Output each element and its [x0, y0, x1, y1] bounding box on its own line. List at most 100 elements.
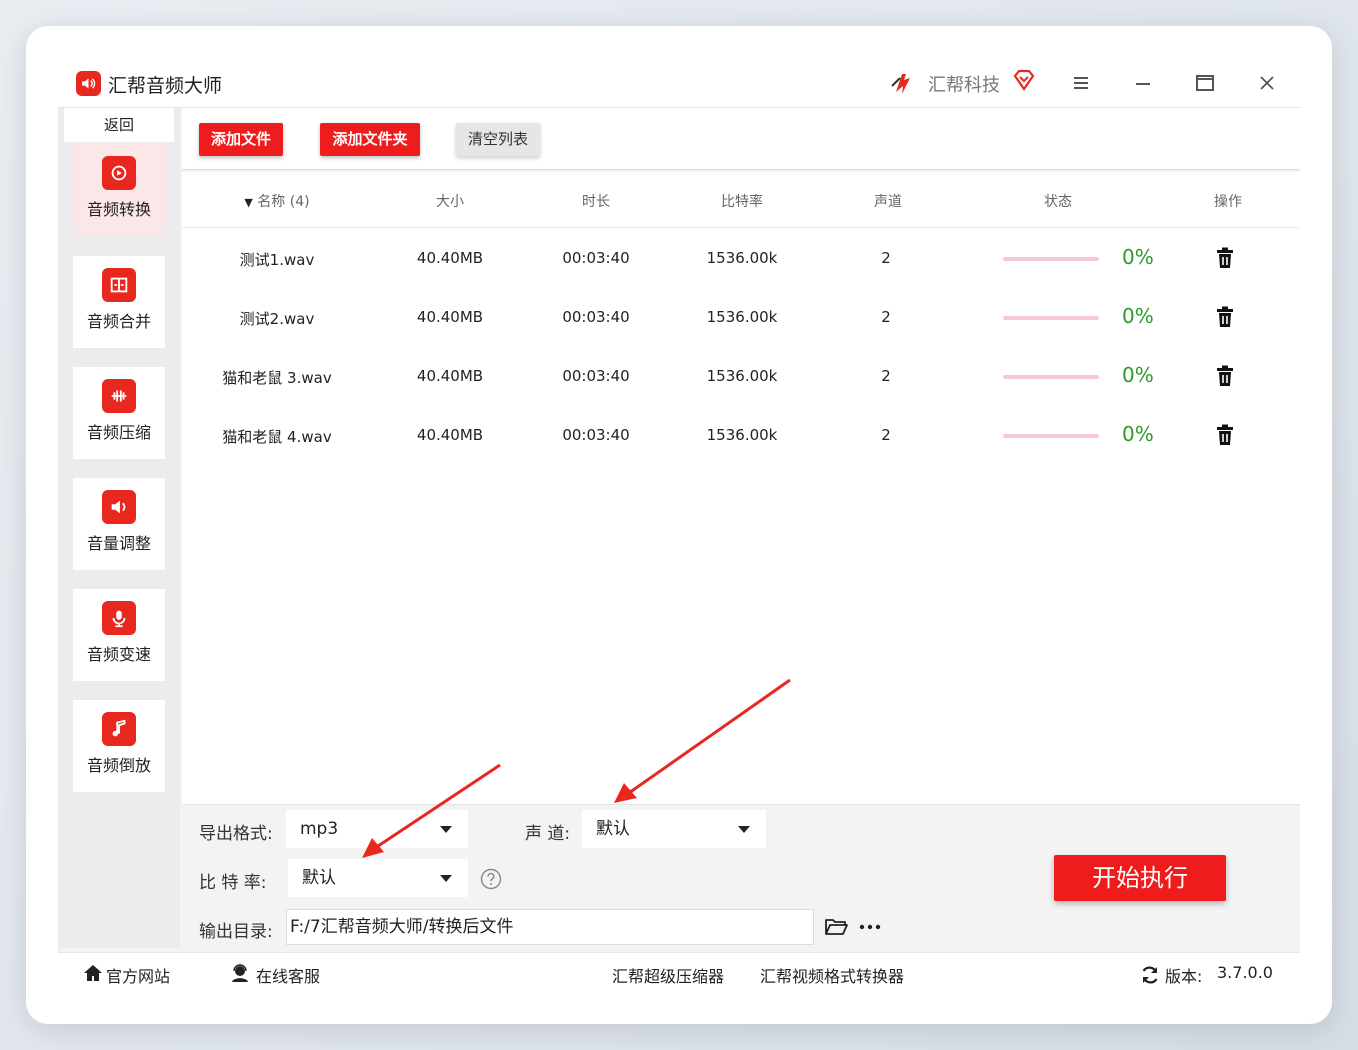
- close-icon[interactable]: [1256, 72, 1278, 94]
- bitrate-label: 比 特 率:: [199, 873, 267, 893]
- status-percent: 0%: [1122, 363, 1154, 387]
- video-converter-link[interactable]: 汇帮视频格式转换器: [760, 963, 904, 987]
- sidebar: 返回 音频转换 音频合并 音频压缩 音量调整 音频变速 音频倒放: [58, 108, 180, 948]
- header-name[interactable]: ▼ 名称 (4): [222, 191, 332, 211]
- table-row[interactable]: 测试2.wav 40.40MB 00:03:40 1536.00k 2 0%: [182, 288, 1300, 347]
- cell-channels: 2: [881, 308, 891, 326]
- super-compressor-link[interactable]: 汇帮超级压缩器: [612, 963, 724, 987]
- output-path-input[interactable]: F:/7汇帮音频大师/转换后文件: [286, 909, 814, 945]
- status-percent: 0%: [1122, 304, 1154, 328]
- more-icon[interactable]: [858, 916, 882, 938]
- header-channels: 声道: [874, 194, 902, 210]
- progress-bar: [1003, 257, 1099, 261]
- cell-channels: 2: [881, 367, 891, 385]
- toolbar: 添加文件 添加文件夹 清空列表: [182, 108, 1300, 170]
- title-bar: 汇帮音频大师 汇帮科技: [58, 58, 1300, 108]
- trash-icon[interactable]: [1213, 305, 1237, 329]
- version-value: 3.7.0.0: [1217, 963, 1273, 982]
- help-icon[interactable]: [480, 868, 502, 890]
- cell-name: 猫和老鼠 4.wav: [222, 428, 332, 446]
- cell-size: 40.40MB: [416, 367, 484, 385]
- progress-bar: [1003, 434, 1099, 438]
- chevron-down-icon: [738, 826, 750, 833]
- sidebar-item-audio-merge[interactable]: 音频合并: [73, 256, 165, 348]
- cell-duration: 00:03:40: [562, 426, 630, 444]
- sidebar-item-speed[interactable]: 音频变速: [73, 589, 165, 681]
- sidebar-item-label: 音频转换: [86, 200, 151, 219]
- trash-icon[interactable]: [1213, 246, 1237, 270]
- sidebar-item-label: 音量调整: [86, 534, 151, 553]
- sidebar-item-audio-compress[interactable]: 音频压缩: [73, 367, 165, 459]
- folder-open-icon[interactable]: [824, 916, 848, 938]
- sidebar-item-audio-convert[interactable]: 音频转换: [73, 144, 165, 236]
- online-support-link[interactable]: 在线客服: [256, 963, 320, 987]
- cell-name: 测试2.wav: [239, 310, 315, 328]
- channel-value: 默认: [596, 819, 630, 839]
- status-percent: 0%: [1122, 245, 1154, 269]
- table-header: ▼ 名称 (4) 大小 时长 比特率 声道 状态 操作: [182, 172, 1300, 228]
- menu-icon[interactable]: [1070, 72, 1092, 94]
- format-select[interactable]: mp3: [286, 810, 468, 848]
- refresh-icon[interactable]: [1140, 965, 1160, 985]
- progress-bar: [1003, 316, 1099, 320]
- cell-channels: 2: [881, 249, 891, 267]
- sidebar-item-label: 音频变速: [86, 645, 151, 664]
- minimize-icon[interactable]: [1132, 72, 1154, 94]
- table-row[interactable]: 猫和老鼠 3.wav 40.40MB 00:03:40 1536.00k 2 0%: [182, 347, 1300, 406]
- header-duration: 时长: [582, 194, 610, 210]
- trash-icon[interactable]: [1213, 423, 1237, 447]
- format-label: 导出格式:: [199, 824, 273, 844]
- add-folder-button[interactable]: 添加文件夹: [320, 123, 420, 156]
- official-website-link[interactable]: 官方网站: [106, 963, 170, 987]
- cell-size: 40.40MB: [416, 249, 484, 267]
- header-size: 大小: [436, 194, 464, 210]
- cell-name: 测试1.wav: [239, 251, 315, 269]
- cell-bitrate: 1536.00k: [706, 367, 778, 385]
- brand-logo-icon: [891, 74, 910, 94]
- sort-caret-icon: ▼: [244, 196, 253, 209]
- start-button[interactable]: 开始执行: [1054, 855, 1226, 901]
- customer-service-icon: [232, 964, 248, 982]
- cell-channels: 2: [881, 426, 891, 444]
- cell-bitrate: 1536.00k: [706, 249, 778, 267]
- audio-convert-icon: [102, 156, 136, 190]
- brand-name: 汇帮科技: [928, 75, 1000, 96]
- chevron-down-icon: [440, 875, 452, 882]
- cell-bitrate: 1536.00k: [706, 426, 778, 444]
- audio-compress-icon: [102, 379, 136, 413]
- cell-duration: 00:03:40: [562, 249, 630, 267]
- version-label: 版本:: [1165, 967, 1203, 986]
- sidebar-item-reverse[interactable]: 音频倒放: [73, 700, 165, 792]
- add-file-button[interactable]: 添加文件: [199, 123, 283, 156]
- output-label: 输出目录:: [199, 922, 273, 942]
- table-row[interactable]: 测试1.wav 40.40MB 00:03:40 1536.00k 2 0%: [182, 229, 1300, 288]
- table-row[interactable]: 猫和老鼠 4.wav 40.40MB 00:03:40 1536.00k 2 0%: [182, 406, 1300, 465]
- cell-size: 40.40MB: [416, 426, 484, 444]
- clear-list-button[interactable]: 清空列表: [456, 123, 540, 156]
- status-percent: 0%: [1122, 422, 1154, 446]
- sidebar-item-label: 音频倒放: [86, 756, 151, 775]
- format-value: mp3: [300, 819, 339, 839]
- file-list: ▼ 名称 (4) 大小 时长 比特率 声道 状态 操作 测试1.wav 40.40…: [182, 172, 1300, 804]
- app-logo-icon: [76, 71, 101, 96]
- header-action: 操作: [1214, 194, 1242, 210]
- maximize-icon[interactable]: [1194, 72, 1216, 94]
- settings-panel: 导出格式: mp3 声 道: 默认 比 特 率: 默认 输出目录: F:/7汇帮…: [182, 804, 1300, 952]
- sidebar-item-label: 音频压缩: [86, 423, 151, 442]
- vip-diamond-icon[interactable]: [1012, 68, 1036, 92]
- bitrate-select[interactable]: 默认: [288, 859, 468, 897]
- progress-bar: [1003, 375, 1099, 379]
- channel-select[interactable]: 默认: [582, 810, 766, 848]
- back-button[interactable]: 返回: [64, 108, 174, 142]
- channel-label: 声 道:: [525, 824, 571, 844]
- home-icon: [84, 965, 102, 981]
- sidebar-item-volume[interactable]: 音量调整: [73, 478, 165, 570]
- trash-icon[interactable]: [1213, 364, 1237, 388]
- sidebar-item-label: 音频合并: [86, 312, 151, 331]
- volume-icon: [102, 490, 136, 524]
- audio-merge-icon: [102, 268, 136, 302]
- cell-name: 猫和老鼠 3.wav: [222, 369, 332, 387]
- cell-bitrate: 1536.00k: [706, 308, 778, 326]
- cell-size: 40.40MB: [416, 308, 484, 326]
- app-title: 汇帮音频大师: [108, 75, 223, 97]
